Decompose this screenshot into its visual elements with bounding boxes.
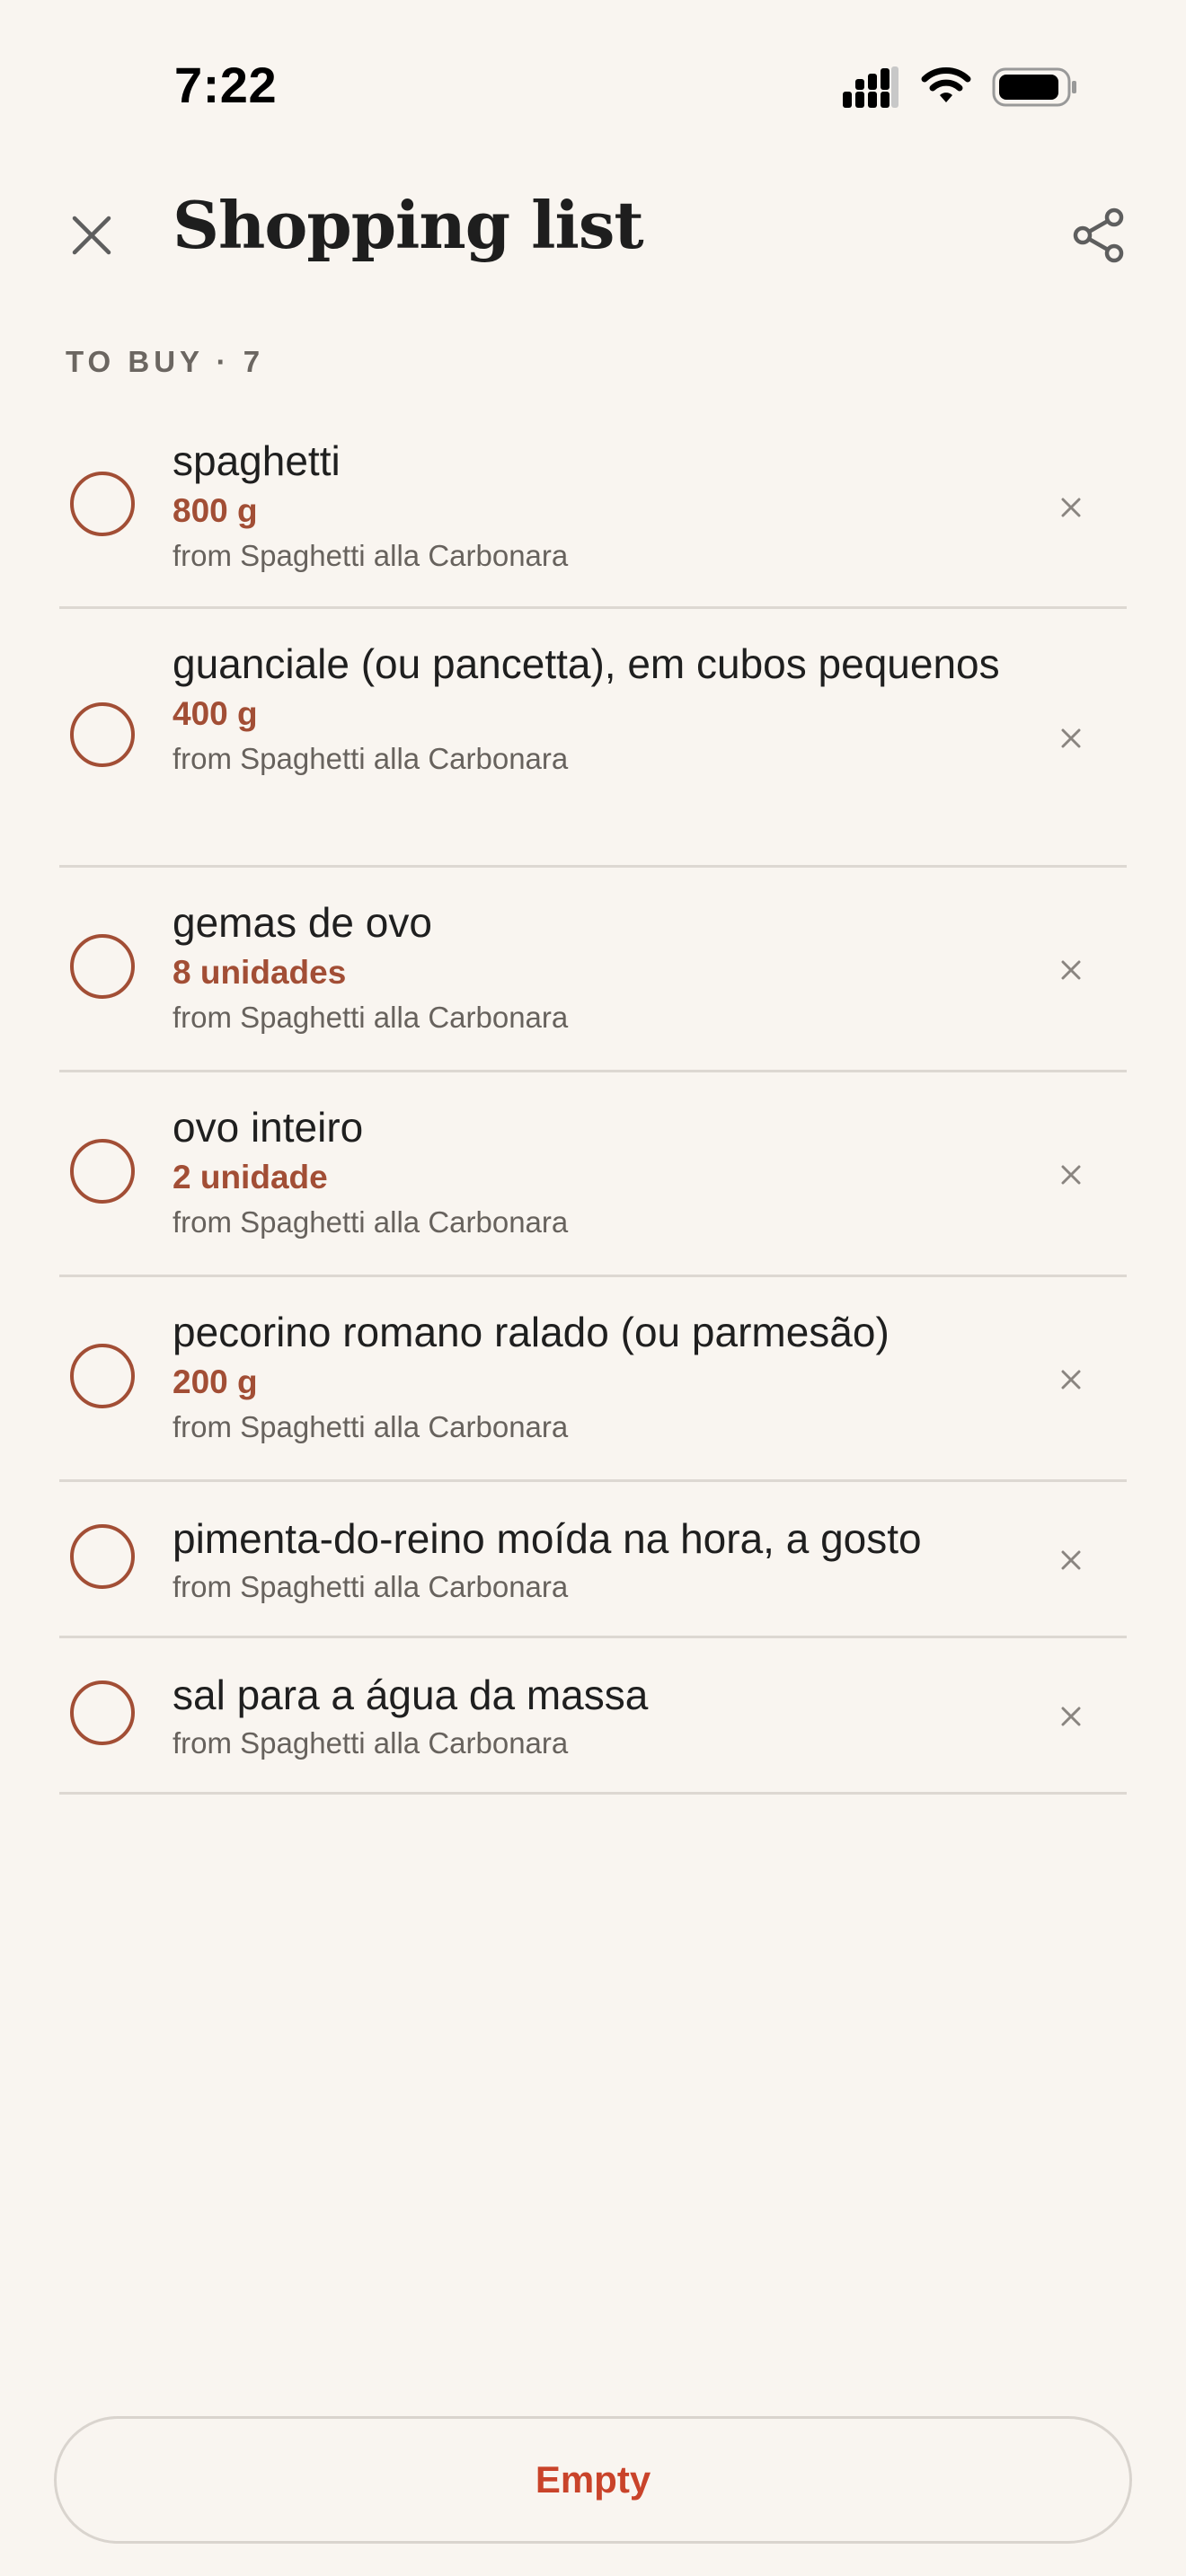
item-name: guanciale (ou pancetta), em cubos pequen… [173,640,1000,687]
page-title: Shopping list [173,187,644,263]
close-icon [1061,1707,1081,1726]
header: Shopping list [0,171,1186,305]
item-name: gemas de ovo [173,899,432,946]
shopping-list: spaghetti 800 g from Spaghetti alla Carb… [59,406,1127,1795]
item-checkbox[interactable] [70,472,135,536]
list-item: spaghetti 800 g from Spaghetti alla Carb… [59,406,1127,609]
item-quantity: 200 g [173,1363,258,1400]
item-checkbox[interactable] [70,1139,135,1204]
close-icon [1061,498,1081,517]
empty-list-button[interactable]: Empty [54,2416,1132,2544]
close-icon [1061,1550,1081,1570]
remove-item-button[interactable] [1049,717,1093,760]
item-name: pimenta-do-reino moída na hora, a gosto [173,1515,922,1562]
item-source: from Spaghetti alla Carbonara [173,1570,569,1603]
close-icon [1061,1165,1081,1185]
item-quantity: 2 unidade [173,1159,328,1195]
status-time: 7:22 [174,57,278,113]
item-source: from Spaghetti alla Carbonara [173,1410,569,1443]
close-icon [1061,728,1081,748]
remove-item-button[interactable] [1049,1153,1093,1196]
status-bar: 7:22 [0,0,1186,171]
close-icon [1061,960,1081,980]
item-checkbox[interactable] [70,934,135,999]
share-button[interactable] [1064,198,1134,273]
list-item: ovo inteiro 2 unidade from Spaghetti all… [59,1072,1127,1277]
list-item: pimenta-do-reino moída na hora, a gosto … [59,1482,1127,1638]
remove-item-button[interactable] [1049,948,1093,992]
wifi-icon [921,67,971,102]
list-item: pecorino romano ralado (ou parmesão) 200… [59,1277,1127,1482]
list-item: sal para a água da massa from Spaghetti … [59,1638,1127,1795]
close-button[interactable] [59,203,124,268]
item-source: from Spaghetti alla Carbonara [173,1001,569,1034]
item-name: sal para a água da massa [173,1672,649,1718]
remove-item-button[interactable] [1049,1695,1093,1738]
battery-icon [992,67,1076,107]
list-item: guanciale (ou pancetta), em cubos pequen… [59,609,1127,868]
item-source: from Spaghetti alla Carbonara [173,1205,569,1239]
item-checkbox[interactable] [70,702,135,767]
item-quantity: 800 g [173,492,258,529]
item-checkbox[interactable] [70,1681,135,1745]
item-checkbox[interactable] [70,1524,135,1589]
item-quantity: 400 g [173,695,258,732]
close-icon [72,216,111,255]
remove-item-button[interactable] [1049,486,1093,529]
item-name: ovo inteiro [173,1104,364,1151]
cellular-signal-icon [843,66,898,108]
item-checkbox[interactable] [70,1344,135,1408]
remove-item-button[interactable] [1049,1539,1093,1582]
remove-item-button[interactable] [1049,1358,1093,1401]
share-icon [1073,207,1124,263]
item-quantity: 8 unidades [173,954,347,991]
item-source: from Spaghetti alla Carbonara [173,742,569,775]
item-source: from Spaghetti alla Carbonara [173,1726,569,1760]
list-item: gemas de ovo 8 unidades from Spaghetti a… [59,868,1127,1072]
item-source: from Spaghetti alla Carbonara [173,539,569,572]
section-label: TO BUY · 7 [66,345,265,378]
close-icon [1061,1370,1081,1389]
item-name: spaghetti [173,437,341,484]
item-name: pecorino romano ralado (ou parmesão) [173,1309,890,1355]
